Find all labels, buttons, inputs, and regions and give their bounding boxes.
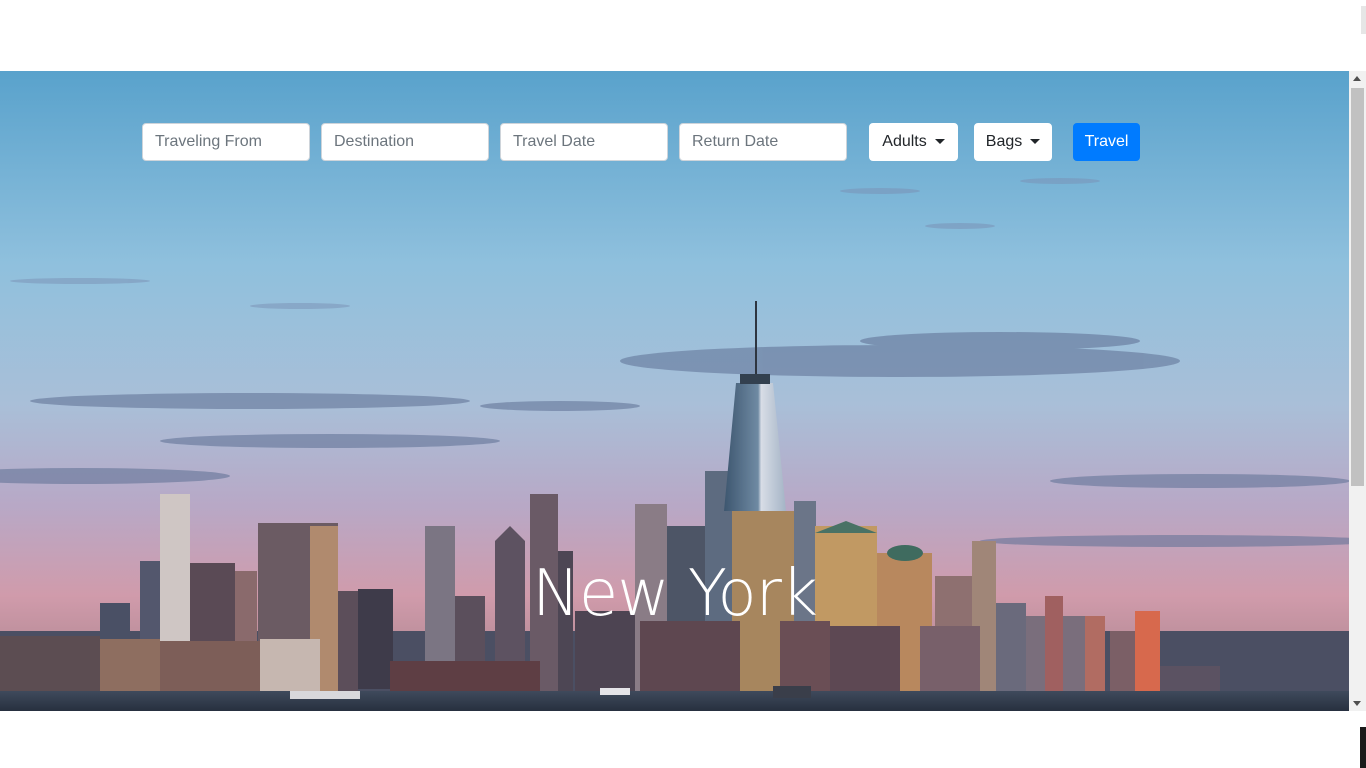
embedded-frame: Adults Bags Travel New York (0, 71, 1366, 711)
bags-dropdown[interactable]: Bags (974, 123, 1052, 161)
page: Adults Bags Travel New York (0, 0, 1366, 768)
window-edge-bottom (1360, 727, 1366, 768)
hero-section: Adults Bags Travel New York (0, 71, 1349, 711)
return-date-input[interactable] (679, 123, 847, 161)
hero-city-title: New York (531, 557, 818, 631)
destination-input[interactable] (321, 123, 489, 161)
travel-button[interactable]: Travel (1073, 123, 1140, 161)
scrollbar-thumb[interactable] (1351, 88, 1364, 486)
triangle-up-icon[interactable] (1353, 76, 1361, 81)
triangle-down-icon[interactable] (1353, 701, 1361, 706)
adults-dropdown[interactable]: Adults (869, 123, 958, 161)
window-edge-top (1361, 6, 1366, 34)
travel-date-input[interactable] (500, 123, 668, 161)
travel-button-label: Travel (1084, 133, 1129, 150)
search-form: Adults Bags Travel (0, 123, 1349, 161)
traveling-from-input[interactable] (142, 123, 310, 161)
bags-dropdown-label: Bags (985, 133, 1023, 150)
adults-dropdown-label: Adults (882, 133, 927, 150)
caret-down-icon (1030, 138, 1041, 144)
vertical-scrollbar[interactable] (1349, 71, 1366, 711)
caret-down-icon (934, 138, 945, 144)
